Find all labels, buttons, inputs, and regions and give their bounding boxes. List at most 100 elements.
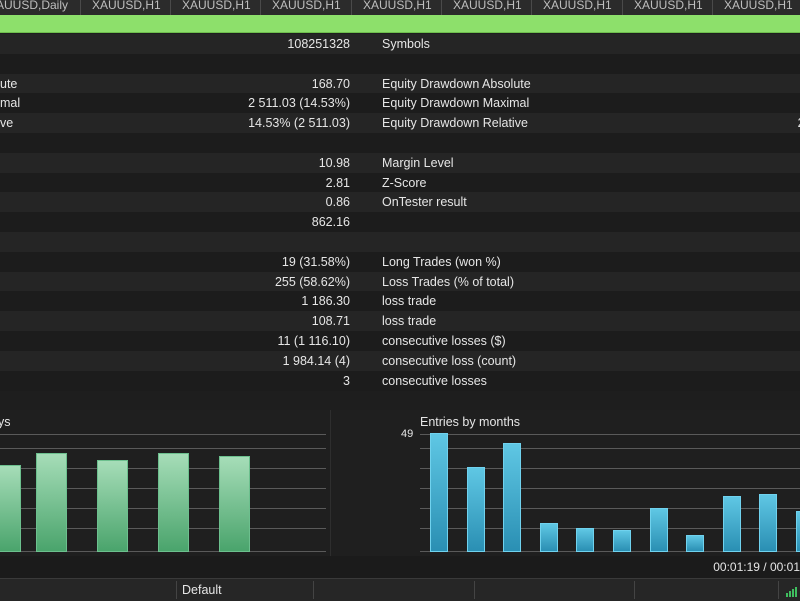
chart-bar <box>503 442 522 552</box>
chart-bar <box>649 508 668 552</box>
elapsed-time: 00:01:19 / 00:01:1 <box>713 560 800 574</box>
tab-separator <box>622 0 623 15</box>
right-chart-title: Entries by months <box>420 415 521 429</box>
right-label: consecutive loss (count) <box>382 353 517 368</box>
chart-bar <box>466 467 485 552</box>
left-value: 2 511.03 (14.53%) <box>248 96 350 111</box>
left-value: 2.81 <box>325 175 350 190</box>
report-row: ve 14.53% (2 511.03) Equity Drawdown Relat… <box>0 113 800 134</box>
chart-bar <box>796 510 800 552</box>
left-value: 108251328 <box>287 37 350 51</box>
chart-tab[interactable]: XAUUSD,H1 <box>634 0 703 15</box>
report-row: 0.86 OnTester result <box>0 192 800 213</box>
left-label: mal <box>0 96 21 111</box>
tab-separator <box>441 0 442 15</box>
report-row: 108251328 Symbols <box>0 34 800 54</box>
tab-separator <box>712 0 713 15</box>
right-label: consecutive losses ($) <box>382 334 506 348</box>
chart-tab[interactable]: XAUUSD,H1 <box>724 0 793 15</box>
chart-tab[interactable]: XAUUSD,Daily <box>0 0 68 15</box>
chart-tab[interactable]: XAUUSD,H1 <box>453 0 522 15</box>
left-value: 19 (31.58%) <box>281 254 350 269</box>
chart-tab[interactable]: XAUUSD,H1 <box>543 0 612 15</box>
report-row <box>0 53 800 74</box>
status-separator <box>176 581 177 599</box>
left-value: 255 (58.62%) <box>274 274 350 289</box>
right-label: Equity Drawdown Maximal <box>382 96 530 111</box>
left-value: 1 186.30 <box>301 294 350 309</box>
report-row: 1 186.30 loss trade <box>0 291 800 312</box>
right-label: Loss Trades (% of total) <box>382 274 515 289</box>
status-separator <box>313 581 314 599</box>
profile-name[interactable]: Default <box>182 583 222 597</box>
left-value: 862.16 <box>311 215 350 230</box>
right-label: consecutive losses <box>382 373 487 388</box>
chart-tab[interactable]: XAUUSD,H1 <box>272 0 341 15</box>
left-value: 0.86 <box>325 195 350 210</box>
chart-bar <box>430 433 448 552</box>
right-label: Equity Drawdown Absolute <box>382 76 531 91</box>
connection-signal-icon <box>786 585 800 597</box>
right-label: loss trade <box>382 294 437 309</box>
left-value: 3 <box>343 373 350 388</box>
report-row <box>0 133 800 153</box>
report-row: 11 (1 116.10) consecutive losses ($) <box>0 331 800 351</box>
status-separator <box>634 581 635 599</box>
report-row: 10.98 Margin Level <box>0 152 800 173</box>
left-value: 1 984.14 (4) <box>282 353 350 368</box>
right-label: Equity Drawdown Relative <box>382 116 528 131</box>
chart-bar <box>686 535 705 552</box>
chart-tab[interactable]: XAUUSD,H1 <box>92 0 161 15</box>
highlight-bar <box>0 15 800 33</box>
chart-bar <box>539 522 558 552</box>
report-row: mal 2 511.03 (14.53%) Equity Drawdown Maxi… <box>0 93 800 114</box>
right-label: Z-Score <box>382 175 427 190</box>
left-value: 168.70 <box>311 76 350 91</box>
gridline <box>0 448 326 449</box>
report-row <box>0 232 800 252</box>
entries-chart-left: ys <box>0 410 330 568</box>
chart-bar <box>0 465 21 552</box>
report-row: 19 (31.58%) Long Trades (won %) <box>0 251 800 272</box>
progress-time-bar: 00:01:19 / 00:01:1 <box>0 556 800 578</box>
chart-tab[interactable]: XAUUSD,H1 <box>182 0 251 15</box>
gridline <box>0 434 326 435</box>
chart-bar <box>36 453 67 552</box>
right-chart-ytick: 49 <box>401 428 414 440</box>
status-bar: Default <box>0 578 800 601</box>
report-row: 2.81 Z-Score <box>0 172 800 193</box>
status-separator <box>474 581 475 599</box>
chart-bar <box>576 527 595 552</box>
left-label: ve <box>0 116 14 131</box>
right-label: Long Trades (won %) <box>382 254 501 269</box>
report-row: 108.71 loss trade <box>0 311 800 332</box>
chart-bar <box>722 496 741 552</box>
report-row: 862.16 <box>0 212 800 233</box>
left-value: 10.98 <box>318 155 350 170</box>
tab-separator <box>260 0 261 15</box>
chart-tabs-bar: XAUUSD,Daily XAUUSD,H1 XAUUSD,H1 XAUUSD,H1 X… <box>0 0 800 15</box>
chart-bar <box>158 453 189 552</box>
chart-tab[interactable]: XAUUSD,H1 <box>363 0 432 15</box>
left-label: ute <box>0 76 18 91</box>
gridline <box>420 434 800 435</box>
left-chart-title: ys <box>0 415 11 429</box>
report-row: 3 consecutive losses <box>0 370 800 391</box>
report-row: 1 984.14 (4) consecutive loss (count) <box>0 350 800 371</box>
left-value: 11 (1 116.10) <box>277 334 350 348</box>
chart-bar <box>759 493 778 552</box>
right-label: loss trade <box>382 314 437 329</box>
right-label: Symbols <box>382 37 430 51</box>
tab-separator <box>80 0 81 15</box>
report-row: 255 (58.62%) Loss Trades (% of total) <box>0 271 800 292</box>
left-value: 14.53% (2 511.03) <box>248 116 350 131</box>
chart-bar <box>97 460 128 552</box>
left-value: 108.71 <box>311 314 350 329</box>
right-label: OnTester result <box>382 195 467 210</box>
tab-separator <box>531 0 532 15</box>
chart-bar <box>219 455 250 552</box>
chart-bar <box>613 530 631 552</box>
tab-separator <box>351 0 352 15</box>
report-row: ute 168.70 Equity Drawdown Absolute <box>0 73 800 94</box>
entries-by-months-chart: Entries by months 49 <box>331 410 800 568</box>
